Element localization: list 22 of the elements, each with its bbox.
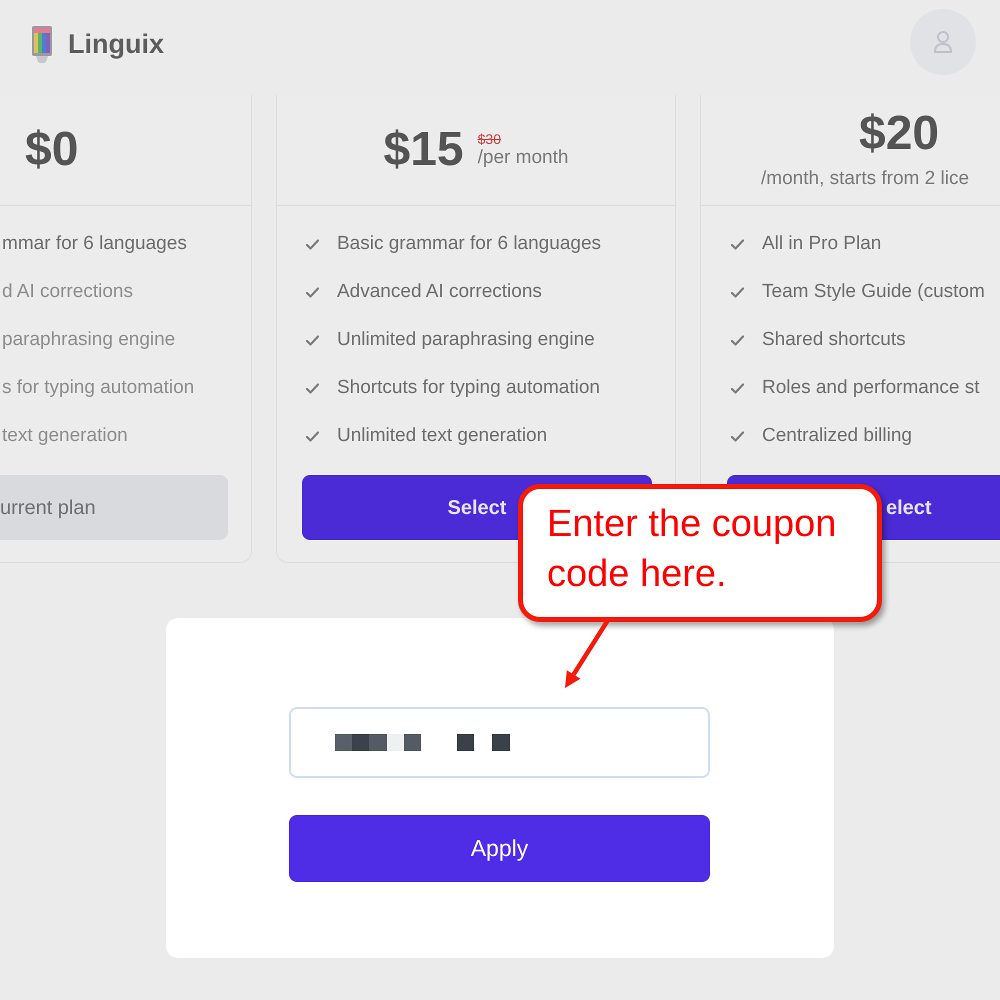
feature-text: Unlimited text generation xyxy=(337,424,548,448)
feature-text: Centralized billing xyxy=(762,424,912,448)
feature-text: text generation xyxy=(2,424,128,448)
feature-text: Shortcuts for typing automation xyxy=(337,376,600,400)
feature-text: Shared shortcuts xyxy=(762,328,906,352)
feature-text: Advanced AI corrections xyxy=(337,280,542,304)
feature-text: Basic grammar for 6 languages xyxy=(337,232,602,256)
price-subtitle: /month, starts from 2 lice xyxy=(761,168,970,190)
feature-text: d AI corrections xyxy=(2,280,133,304)
feature-text: s for typing automation xyxy=(2,376,194,400)
plan-price: $15 xyxy=(384,126,464,174)
feature-text: Team Style Guide (custom xyxy=(762,280,985,304)
price-period: /per month xyxy=(478,147,568,169)
plan-price: $0 xyxy=(25,126,78,174)
feature-text: paraphrasing engine xyxy=(2,328,176,352)
feature-text: Unlimited paraphrasing engine xyxy=(337,328,595,352)
logo-text: Linguix xyxy=(68,28,164,62)
feature-text: Roles and performance st xyxy=(762,376,980,400)
plan-price: $20 xyxy=(859,107,940,160)
old-price: $30 xyxy=(478,131,501,147)
feature-text: All in Pro Plan xyxy=(762,232,882,256)
feature-text: mmar for 6 languages xyxy=(2,232,187,256)
